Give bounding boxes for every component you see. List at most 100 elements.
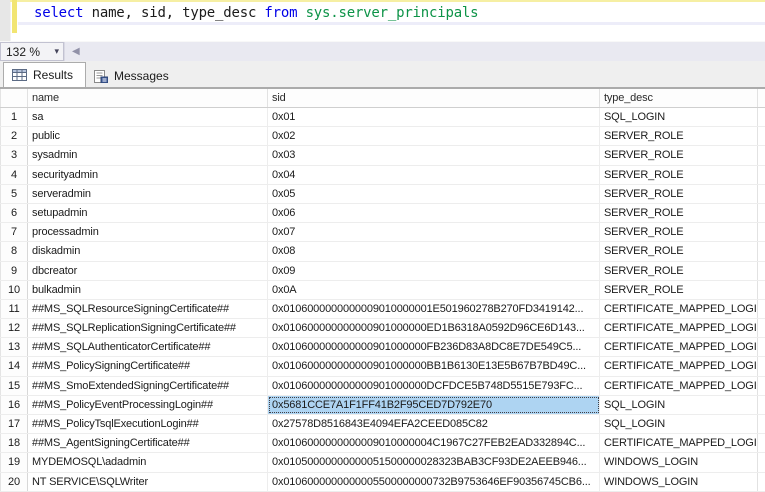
cell-sid[interactable]: 0x01050000000000051500000028323BAB3CF93D…: [268, 453, 600, 472]
change-tracking-bar: [12, 0, 17, 33]
query-editor[interactable]: select name, sid, type_desc from sys.ser…: [0, 0, 765, 41]
row-number[interactable]: 9: [0, 261, 28, 280]
cell-sid[interactable]: 0x08: [268, 242, 600, 261]
cell-name[interactable]: ##MS_SQLReplicationSigningCertificate##: [28, 319, 268, 338]
row-number[interactable]: 5: [0, 184, 28, 203]
row-number[interactable]: 20: [0, 472, 28, 491]
row-number[interactable]: 2: [0, 127, 28, 146]
table-row: 10 bulkadmin 0x0A SERVER_ROLE: [0, 280, 765, 300]
column-header-type-desc[interactable]: type_desc: [600, 89, 758, 107]
zoom-level-value: 132 %: [6, 44, 41, 59]
cell-sid[interactable]: 0x03: [268, 146, 600, 165]
row-number[interactable]: 17: [0, 415, 28, 434]
select-all-corner[interactable]: [0, 89, 28, 107]
row-number[interactable]: 18: [0, 434, 28, 453]
cell-type-desc[interactable]: CERTIFICATE_MAPPED_LOGIN: [600, 434, 758, 453]
cell-name[interactable]: securityadmin: [28, 165, 268, 184]
row-number[interactable]: 19: [0, 453, 28, 472]
cell-type-desc[interactable]: SERVER_ROLE: [600, 223, 758, 242]
cell-name[interactable]: dbcreator: [28, 261, 268, 280]
cell-name[interactable]: sysadmin: [28, 146, 268, 165]
cell-name[interactable]: public: [28, 127, 268, 146]
horizontal-scrollbar[interactable]: ◀: [64, 42, 765, 61]
cell-name[interactable]: serveradmin: [28, 184, 268, 203]
cell-sid[interactable]: 0x010600000000000901000000ED1B6318A0592D…: [268, 319, 600, 338]
cell-type-desc[interactable]: WINDOWS_LOGIN: [600, 453, 758, 472]
cell-type-desc[interactable]: SERVER_ROLE: [600, 280, 758, 299]
row-number[interactable]: 11: [0, 299, 28, 319]
cell-type-desc[interactable]: SERVER_ROLE: [600, 261, 758, 280]
cell-sid[interactable]: 0x02: [268, 127, 600, 146]
cell-sid[interactable]: 0x01: [268, 108, 600, 127]
row-number[interactable]: 13: [0, 338, 28, 357]
cell-sid[interactable]: 0x5681CCE7A1F1FF41B2F95CED7D792E70: [268, 395, 600, 414]
tab-results[interactable]: Results: [3, 62, 87, 87]
results-tab-strip: Results Messages: [0, 61, 765, 87]
cell-sid[interactable]: 0x0106000000000009010000001E501960278B27…: [268, 299, 600, 319]
cell-name[interactable]: MYDEMOSQL\adadmin: [28, 453, 268, 472]
cell-type-desc[interactable]: SERVER_ROLE: [600, 184, 758, 203]
table-row: 11 ##MS_SQLResourceSigningCertificate## 0x…: [0, 299, 765, 320]
cell-name[interactable]: ##MS_SQLAuthenticatorCertificate##: [28, 338, 268, 357]
row-number[interactable]: 6: [0, 203, 28, 223]
cell-sid[interactable]: 0x0106000000000009010000004C1967C27FEB2E…: [268, 434, 600, 453]
cell-name[interactable]: sa: [28, 108, 268, 127]
row-number[interactable]: 3: [0, 146, 28, 165]
zoom-level-dropdown[interactable]: 132 % ▾: [0, 42, 64, 61]
cell-type-desc[interactable]: SERVER_ROLE: [600, 242, 758, 261]
cell-name[interactable]: NT SERVICE\SQLWriter: [28, 472, 268, 491]
cell-sid[interactable]: 0x010600000000000901000000BB1B6130E13E5B…: [268, 357, 600, 376]
cell-sid[interactable]: 0x09: [268, 261, 600, 280]
row-number[interactable]: 16: [0, 395, 28, 414]
cell-sid[interactable]: 0x27578D8516843E4094EFA2CEED085C82: [268, 415, 600, 434]
column-header-name[interactable]: name: [28, 89, 268, 107]
cell-type-desc[interactable]: SQL_LOGIN: [600, 395, 758, 414]
cell-name[interactable]: setupadmin: [28, 203, 268, 223]
cell-type-desc[interactable]: SQL_LOGIN: [600, 415, 758, 434]
cell-name[interactable]: processadmin: [28, 223, 268, 242]
cell-type-desc[interactable]: CERTIFICATE_MAPPED_LOGIN: [600, 338, 758, 357]
cell-type-desc[interactable]: CERTIFICATE_MAPPED_LOGIN: [600, 299, 758, 319]
row-number[interactable]: 7: [0, 223, 28, 242]
cell-sid[interactable]: 0x0A: [268, 280, 600, 299]
row-number[interactable]: 10: [0, 280, 28, 299]
row-number[interactable]: 8: [0, 242, 28, 261]
row-number[interactable]: 1: [0, 108, 28, 127]
row-number[interactable]: 15: [0, 376, 28, 395]
cell-type-desc[interactable]: SERVER_ROLE: [600, 203, 758, 223]
cell-sid[interactable]: 0x010600000000000901000000FB236D83A8DC8E…: [268, 338, 600, 357]
cell-sid[interactable]: 0x0106000000000005500000000732B9753646EF…: [268, 472, 600, 491]
cell-name[interactable]: diskadmin: [28, 242, 268, 261]
cell-name[interactable]: bulkadmin: [28, 280, 268, 299]
cell-name[interactable]: ##MS_SmoExtendedSigningCertificate##: [28, 376, 268, 395]
tab-messages[interactable]: Messages: [86, 65, 181, 87]
cell-type-desc[interactable]: WINDOWS_LOGIN: [600, 472, 758, 491]
cell-type-desc[interactable]: CERTIFICATE_MAPPED_LOGIN: [600, 376, 758, 395]
cell-type-desc[interactable]: SERVER_ROLE: [600, 165, 758, 184]
cell-type-desc[interactable]: SERVER_ROLE: [600, 127, 758, 146]
cell-sid[interactable]: 0x04: [268, 165, 600, 184]
column-header-sid[interactable]: sid: [268, 89, 600, 107]
cell-sid[interactable]: 0x07: [268, 223, 600, 242]
cell-sid[interactable]: 0x05: [268, 184, 600, 203]
row-number[interactable]: 14: [0, 357, 28, 376]
cell-name[interactable]: ##MS_PolicyEventProcessingLogin##: [28, 395, 268, 414]
cell-name[interactable]: ##MS_PolicyTsqlExecutionLogin##: [28, 415, 268, 434]
row-number[interactable]: 12: [0, 319, 28, 338]
ssms-query-results-window: select name, sid, type_desc from sys.ser…: [0, 0, 765, 492]
row-number[interactable]: 4: [0, 165, 28, 184]
cell-type-desc[interactable]: CERTIFICATE_MAPPED_LOGIN: [600, 319, 758, 338]
tab-messages-label: Messages: [114, 69, 169, 83]
table-row: 19 MYDEMOSQL\adadmin 0x0105000000000005150…: [0, 453, 765, 473]
cell-name[interactable]: ##MS_PolicySigningCertificate##: [28, 357, 268, 376]
cell-type-desc[interactable]: SERVER_ROLE: [600, 146, 758, 165]
cell-name[interactable]: ##MS_AgentSigningCertificate##: [28, 434, 268, 453]
sql-query-line[interactable]: select name, sid, type_desc from sys.ser…: [34, 4, 479, 22]
cell-type-desc[interactable]: CERTIFICATE_MAPPED_LOGIN: [600, 357, 758, 376]
cell-sid[interactable]: 0x010600000000000901000000DCFDCE5B748D55…: [268, 376, 600, 395]
cell-sid[interactable]: 0x06: [268, 203, 600, 223]
table-row: 12 ##MS_SQLReplicationSigningCertificate#…: [0, 319, 765, 339]
scroll-left-icon[interactable]: ◀: [72, 46, 80, 57]
cell-type-desc[interactable]: SQL_LOGIN: [600, 108, 758, 127]
cell-name[interactable]: ##MS_SQLResourceSigningCertificate##: [28, 299, 268, 319]
